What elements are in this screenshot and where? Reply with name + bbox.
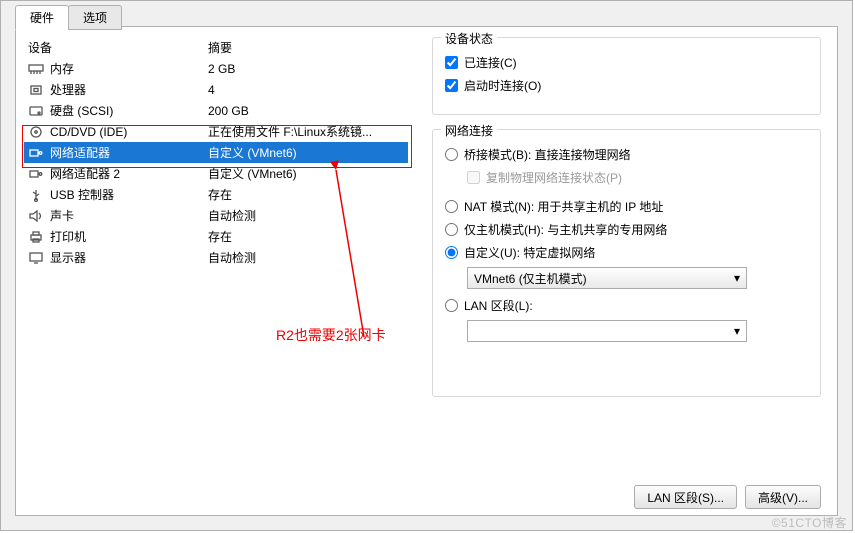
net-icon (28, 146, 44, 160)
display-icon (28, 251, 44, 265)
nat-radio-row[interactable]: NAT 模式(N): 用于共享主机的 IP 地址 (445, 198, 808, 215)
net-icon (28, 167, 44, 181)
device-summary: 自定义 (VMnet6) (208, 165, 404, 182)
device-row[interactable]: 内存 2 GB (24, 58, 408, 79)
device-row[interactable]: CD/DVD (IDE) 正在使用文件 F:\Linux系统镜... (24, 121, 408, 142)
device-list-header: 设备 摘要 (24, 37, 408, 58)
nat-radio[interactable] (445, 200, 458, 213)
annotation-text: R2也需要2张网卡 (276, 325, 386, 345)
cpu-icon (28, 83, 44, 97)
device-name: 硬盘 (SCSI) (50, 102, 113, 119)
device-name: USB 控制器 (50, 186, 114, 203)
lan-segment-select[interactable]: ▾ (467, 320, 747, 342)
usb-icon (28, 188, 44, 202)
device-name: 声卡 (50, 207, 74, 224)
connected-checkbox-row[interactable]: 已连接(C) (445, 54, 808, 71)
network-connection-group: 网络连接 桥接模式(B): 直接连接物理网络 复制物理网络连接状态(P) NAT… (432, 129, 821, 397)
chevron-down-icon: ▾ (734, 324, 740, 338)
device-summary: 存在 (208, 186, 404, 203)
chevron-down-icon: ▾ (734, 271, 740, 285)
lan-label: LAN 区段(L): (464, 297, 533, 314)
device-pane: 设备 摘要 内存 2 GB 处理器 4 硬盘 (SCSI) 200 GB CD/DVD (I… (16, 27, 416, 515)
device-summary: 自定义 (VMnet6) (208, 144, 404, 161)
nat-label: NAT 模式(N): 用于共享主机的 IP 地址 (464, 198, 663, 215)
printer-icon (28, 230, 44, 244)
device-summary: 自动检测 (208, 207, 404, 224)
sound-icon (28, 209, 44, 223)
device-row[interactable]: USB 控制器 存在 (24, 184, 408, 205)
device-row[interactable]: 处理器 4 (24, 79, 408, 100)
settings-pane: 设备状态 已连接(C) 启动时连接(O) 网络连接 桥接模式(B): 直接连接物 (416, 27, 837, 515)
custom-vmnet-select[interactable]: VMnet6 (仅主机模式) ▾ (467, 267, 747, 289)
device-name: 网络适配器 (50, 144, 110, 161)
custom-label: 自定义(U): 特定虚拟网络 (464, 244, 595, 261)
connected-checkbox[interactable] (445, 56, 458, 69)
vm-settings-dialog: 硬件 选项 设备 摘要 内存 2 GB 处理器 4 硬盘 (SCSI) 200 GB CD/… (0, 0, 853, 531)
custom-radio-row[interactable]: 自定义(U): 特定虚拟网络 (445, 244, 808, 261)
poweron-checkbox-row[interactable]: 启动时连接(O) (445, 77, 808, 94)
device-name: 网络适配器 2 (50, 165, 120, 182)
device-name: 显示器 (50, 249, 86, 266)
sheet: 设备 摘要 内存 2 GB 处理器 4 硬盘 (SCSI) 200 GB CD/DVD (I… (15, 26, 838, 516)
lan-radio[interactable] (445, 299, 458, 312)
device-summary: 2 GB (208, 62, 404, 76)
disk-icon (28, 104, 44, 118)
bridged-label: 桥接模式(B): 直接连接物理网络 (464, 146, 631, 163)
memory-icon (28, 62, 44, 76)
device-row[interactable]: 声卡 自动检测 (24, 205, 408, 226)
hostonly-radio[interactable] (445, 223, 458, 236)
poweron-label: 启动时连接(O) (464, 77, 541, 94)
device-summary: 200 GB (208, 104, 404, 118)
tab-hardware[interactable]: 硬件 (15, 5, 69, 30)
hostonly-radio-row[interactable]: 仅主机模式(H): 与主机共享的专用网络 (445, 221, 808, 238)
replicate-row: 复制物理网络连接状态(P) (467, 169, 808, 186)
bridged-radio[interactable] (445, 148, 458, 161)
device-status-legend: 设备状态 (441, 30, 497, 47)
device-row[interactable]: 显示器 自动检测 (24, 247, 408, 268)
button-row: LAN 区段(S)... 高级(V)... (634, 485, 821, 509)
device-row[interactable]: 硬盘 (SCSI) 200 GB (24, 100, 408, 121)
replicate-label: 复制物理网络连接状态(P) (486, 169, 622, 186)
device-name: 打印机 (50, 228, 86, 245)
cd-icon (28, 125, 44, 139)
device-row[interactable]: 网络适配器 2 自定义 (VMnet6) (24, 163, 408, 184)
tabs: 硬件 选项 (15, 5, 121, 30)
device-row[interactable]: 网络适配器 自定义 (VMnet6) (24, 142, 408, 163)
device-name: CD/DVD (IDE) (50, 125, 127, 139)
connected-label: 已连接(C) (464, 54, 517, 71)
device-name: 内存 (50, 60, 74, 77)
advanced-button[interactable]: 高级(V)... (745, 485, 821, 509)
device-summary: 4 (208, 83, 404, 97)
col-device: 设备 (28, 39, 208, 56)
watermark: ©51CTO博客 (772, 514, 847, 531)
device-row[interactable]: 打印机 存在 (24, 226, 408, 247)
custom-vmnet-value: VMnet6 (仅主机模式) (474, 270, 587, 287)
device-status-group: 设备状态 已连接(C) 启动时连接(O) (432, 37, 821, 115)
lan-segments-button[interactable]: LAN 区段(S)... (634, 485, 737, 509)
hostonly-label: 仅主机模式(H): 与主机共享的专用网络 (464, 221, 667, 238)
col-summary: 摘要 (208, 39, 404, 56)
custom-radio[interactable] (445, 246, 458, 259)
device-list[interactable]: 内存 2 GB 处理器 4 硬盘 (SCSI) 200 GB CD/DVD (IDE) 正在使… (24, 58, 408, 268)
tab-options[interactable]: 选项 (68, 5, 122, 30)
device-summary: 存在 (208, 228, 404, 245)
device-name: 处理器 (50, 81, 86, 98)
lan-radio-row[interactable]: LAN 区段(L): (445, 297, 808, 314)
device-summary: 自动检测 (208, 249, 404, 266)
poweron-checkbox[interactable] (445, 79, 458, 92)
network-legend: 网络连接 (441, 122, 497, 139)
bridged-radio-row[interactable]: 桥接模式(B): 直接连接物理网络 (445, 146, 808, 163)
device-summary: 正在使用文件 F:\Linux系统镜... (208, 123, 404, 140)
replicate-checkbox (467, 171, 480, 184)
